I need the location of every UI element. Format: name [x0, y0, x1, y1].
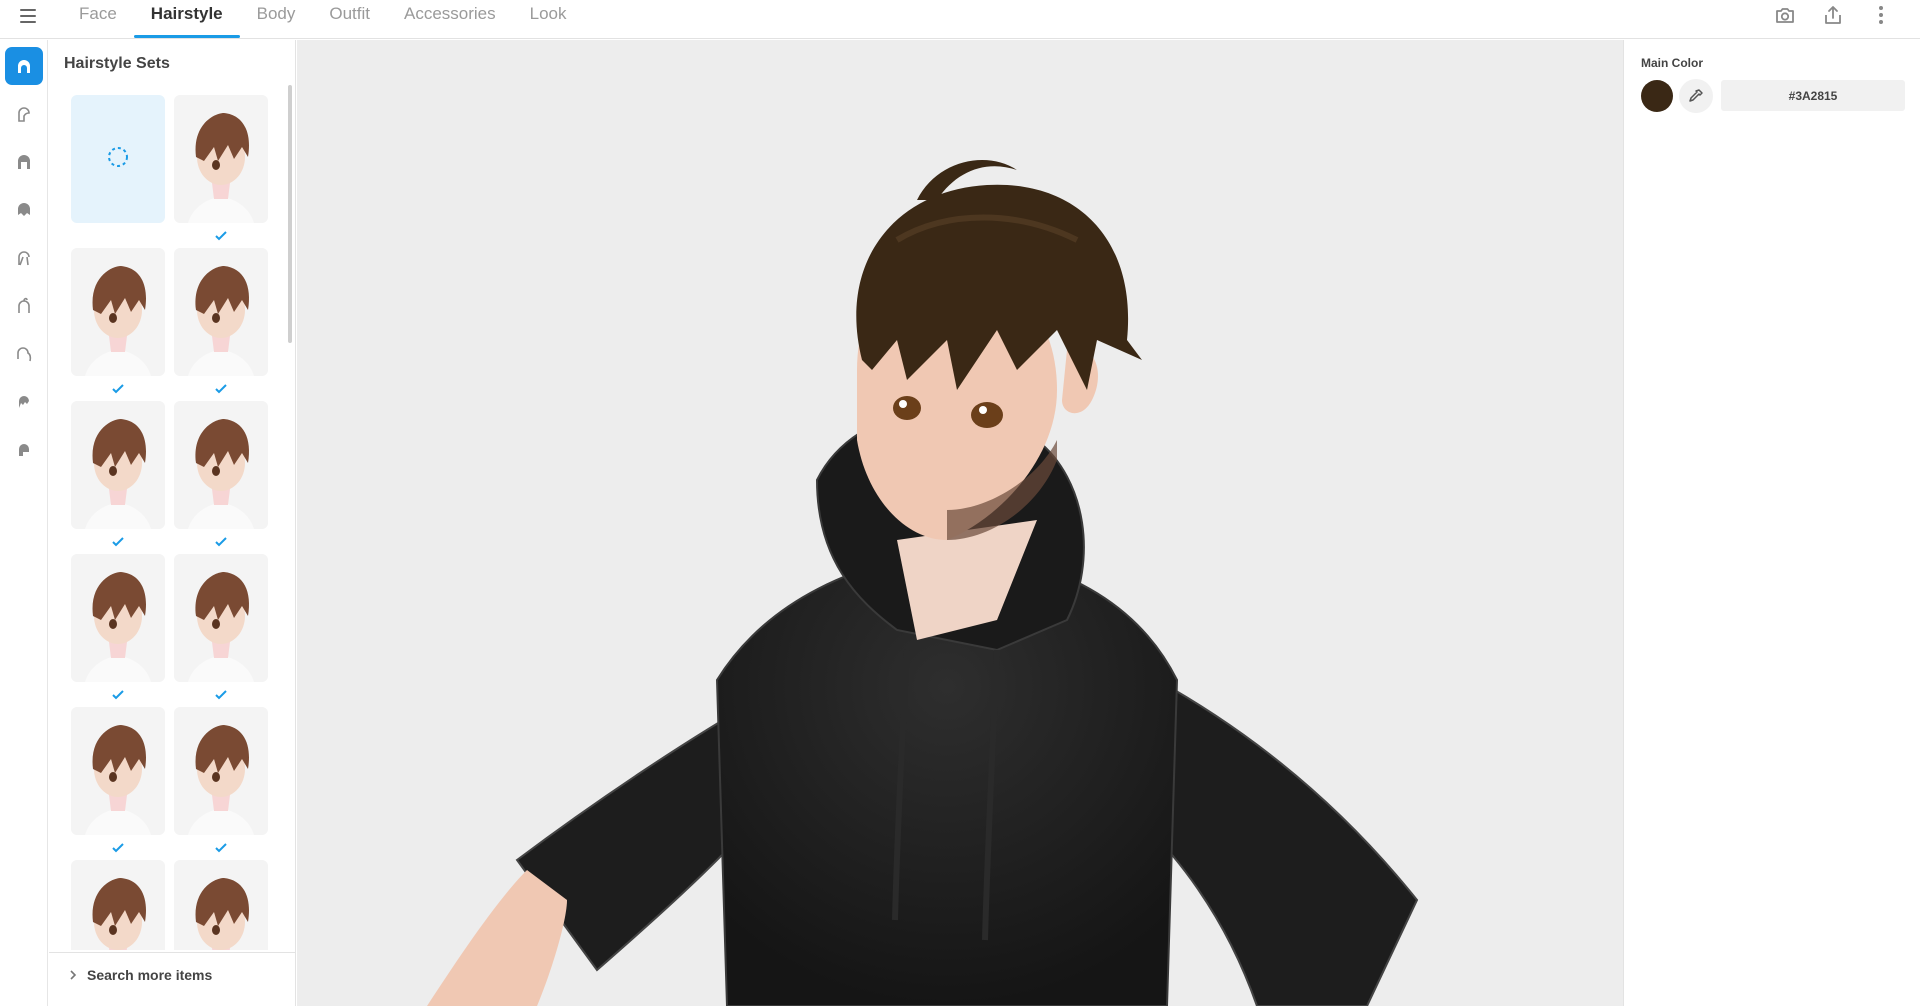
camera-icon[interactable] [1772, 2, 1798, 28]
bangs-icon[interactable] [5, 383, 43, 421]
owned-check-icon [112, 534, 124, 547]
search-more-items[interactable]: Search more items [49, 952, 296, 997]
scrollbar-thumb[interactable] [288, 85, 292, 343]
hairstyle-panel: Hairstyle Sets Search more items [49, 40, 296, 1006]
hairstyle-item-medium-bob[interactable] [174, 248, 268, 376]
hairstyle-thumbnail [85, 725, 151, 835]
owned-check-icon [215, 228, 227, 241]
other-hair-icon[interactable] [5, 431, 43, 469]
more-vertical-icon[interactable] [1868, 2, 1894, 28]
base-hair-icon[interactable] [5, 143, 43, 181]
owned-check-icon [215, 381, 227, 394]
owned-check-icon [112, 381, 124, 394]
hairstyle-thumbnail [188, 572, 254, 682]
back-hair-icon[interactable] [5, 191, 43, 229]
hairstyle-thumbnail [188, 266, 254, 376]
hairstyle-item-short-cut[interactable] [174, 95, 268, 223]
eyedropper-icon[interactable] [1679, 79, 1713, 113]
tab-body[interactable]: Body [240, 0, 313, 38]
top-bar: Face Hairstyle Body Outfit Accessories L… [0, 0, 1920, 39]
side-hair-icon[interactable] [5, 239, 43, 277]
tab-accessories[interactable]: Accessories [387, 0, 513, 38]
tab-outfit[interactable]: Outfit [312, 0, 387, 38]
hairstyle-item-messy-short[interactable] [174, 401, 268, 529]
hairstyle-item-rounded-bob[interactable] [174, 554, 268, 682]
avatar-model [427, 160, 1419, 1006]
hairstyle-item-short-tuft[interactable] [174, 860, 268, 950]
hairstyle-sets-icon[interactable] [5, 47, 43, 85]
hairstyle-thumbnail [195, 878, 249, 950]
owned-check-icon [215, 687, 227, 700]
owned-check-icon [215, 840, 227, 853]
hairstyle-item-layered-wolf[interactable] [174, 707, 268, 835]
category-tabs: Face Hairstyle Body Outfit Accessories L… [62, 0, 584, 39]
color-panel: Main Color [1623, 40, 1920, 1006]
tab-hairstyle[interactable]: Hairstyle [133, 0, 240, 38]
hairstyle-item-none[interactable] [71, 95, 165, 223]
empty-slot-icon [108, 147, 128, 167]
hamburger-menu-icon[interactable] [14, 2, 42, 30]
ahoge-icon[interactable] [5, 287, 43, 325]
main-color-hex-input[interactable] [1721, 80, 1905, 111]
chevron-right-icon [70, 970, 77, 980]
main-color-swatch[interactable] [1641, 80, 1673, 112]
hairstyle-item-long-straight[interactable] [71, 248, 165, 376]
tab-look[interactable]: Look [513, 0, 584, 38]
owned-check-icon [112, 840, 124, 853]
hairstyle-item-heavy-bangs[interactable] [71, 401, 165, 529]
hairstyle-thumbnail [188, 419, 254, 529]
scrollbar[interactable] [287, 85, 293, 949]
hairstyle-thumbnail [85, 572, 151, 682]
avatar-viewport[interactable] [297, 40, 1623, 1006]
owned-check-icon [215, 534, 227, 547]
hairstyle-thumbnail [188, 113, 254, 223]
main-color-label: Main Color [1641, 56, 1703, 70]
share-icon[interactable] [1820, 2, 1846, 28]
hairstyle-item-spiky-short[interactable] [71, 707, 165, 835]
hairstyle-thumbnail [92, 878, 146, 950]
hairstyle-thumbnail [188, 725, 254, 835]
hairstyle-thumbnail [85, 266, 151, 376]
owned-check-icon [112, 687, 124, 700]
panel-title: Hairstyle Sets [64, 55, 170, 72]
hairstyle-thumbnail [85, 419, 151, 529]
category-rail [0, 40, 48, 1006]
hairstyle-item-cat-ears[interactable] [71, 554, 165, 682]
search-more-label: Search more items [87, 967, 213, 983]
tail-icon[interactable] [5, 335, 43, 373]
top-actions [1772, 0, 1894, 30]
hairstyle-item-side-ponytail[interactable] [71, 860, 165, 950]
hairstyle-grid [49, 95, 287, 950]
front-hair-icon[interactable] [5, 95, 43, 133]
tab-face[interactable]: Face [62, 0, 134, 38]
